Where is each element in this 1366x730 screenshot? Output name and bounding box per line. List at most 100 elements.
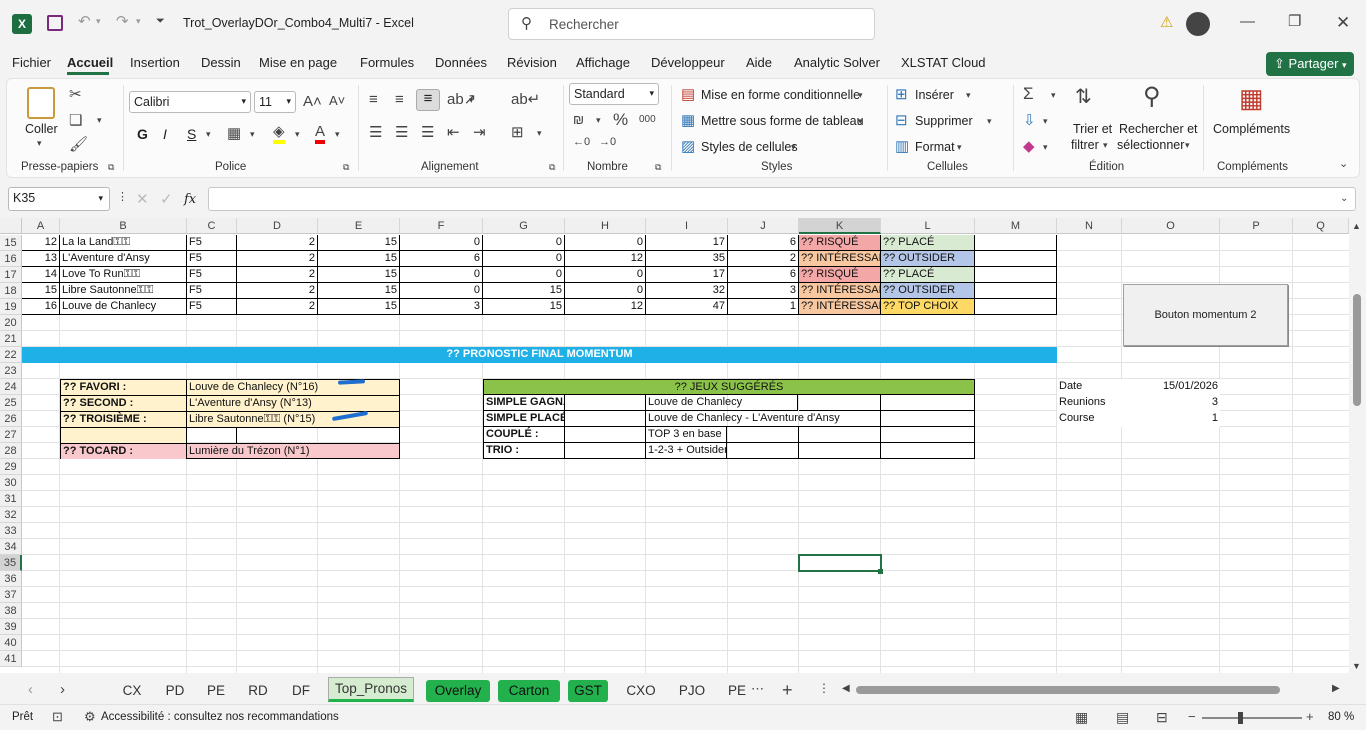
cell-l16[interactable]: ?? OUTSIDER — [881, 251, 975, 267]
jeux-label-2[interactable]: COUPLÉ : — [483, 427, 565, 443]
row-header-40[interactable]: 40 — [0, 635, 22, 651]
row-header-32[interactable]: 32 — [0, 507, 22, 523]
sort-filter-label-1[interactable]: Trier et — [1073, 122, 1112, 136]
macro-record-icon[interactable]: ⊡ — [52, 710, 63, 723]
column-header-g[interactable]: G — [483, 218, 565, 234]
row-header-27[interactable]: 27 — [0, 427, 22, 443]
column-header-m[interactable]: M — [975, 218, 1057, 234]
number-launcher-icon[interactable]: ⧉ — [655, 163, 661, 172]
font-color-dropdown-icon[interactable]: ▾ — [335, 130, 340, 139]
column-header-q[interactable]: Q — [1293, 218, 1349, 234]
merge-dropdown-icon[interactable]: ▾ — [537, 129, 542, 138]
column-header-i[interactable]: I — [646, 218, 728, 234]
zoom-out-icon[interactable]: − — [1188, 710, 1196, 723]
font-size-select[interactable]: 11 ▾ — [254, 91, 296, 113]
cell-f16[interactable]: 6 — [400, 251, 483, 267]
align-bottom-icon[interactable]: ≡ — [416, 89, 440, 111]
cell-e16[interactable]: 15 — [318, 251, 400, 267]
row-header-30[interactable]: 30 — [0, 475, 22, 491]
cell-h17[interactable]: 0 — [565, 267, 646, 283]
clear-dropdown-icon[interactable]: ▾ — [1043, 143, 1048, 152]
sheet-tab-overlay[interactable]: Overlay — [426, 680, 490, 702]
conditional-format-button[interactable]: Mise en forme conditionnelle — [701, 88, 860, 102]
prono-value-13[interactable]: Lumière du Trézon (N°1) — [187, 443, 400, 459]
next-sheet-icon[interactable]: › — [60, 682, 65, 697]
wrap-text-icon[interactable]: ab↵ — [511, 92, 540, 107]
increase-decimal-icon[interactable]: ←0 — [573, 137, 590, 148]
prono-empty-d[interactable] — [237, 427, 400, 443]
cell-h19[interactable]: 12 — [565, 299, 646, 315]
menu-dessin[interactable]: Dessin — [201, 55, 241, 70]
find-select-dropdown-icon[interactable]: ▾ — [1185, 141, 1190, 150]
cell-b17[interactable]: Love To Run⚿⚿ — [60, 267, 187, 283]
row-header-38[interactable]: 38 — [0, 603, 22, 619]
customize-toolbar-icon[interactable]: ⏷ — [156, 16, 165, 27]
cell-h16[interactable]: 12 — [565, 251, 646, 267]
cell-l19[interactable]: ?? TOP CHOIX — [881, 299, 975, 315]
menu-insertion[interactable]: Insertion — [130, 55, 180, 70]
info-label-0[interactable]: Date — [1057, 379, 1122, 395]
cell-d18[interactable]: 2 — [237, 283, 318, 299]
banner-pronostic[interactable]: ?? PRONOSTIC FINAL MOMENTUM — [22, 347, 1057, 363]
save-icon[interactable] — [47, 15, 63, 31]
cell-e17[interactable]: 15 — [318, 267, 400, 283]
jeux-value-1[interactable]: Louve de Chanlecy - L'Aventure d'Ansy — [646, 411, 881, 427]
enter-icon[interactable]: ✓ — [160, 192, 173, 207]
underline-button[interactable]: S — [187, 126, 196, 142]
cell-m18[interactable] — [975, 283, 1057, 299]
cell-k15[interactable]: ?? RISQUÉ — [799, 235, 881, 251]
more-sheets-icon[interactable]: ⋯ — [751, 682, 764, 695]
cell-g19[interactable]: 15 — [483, 299, 565, 315]
underline-dropdown-icon[interactable]: ▾ — [206, 130, 211, 139]
jeux-col-j-3[interactable] — [727, 443, 799, 459]
number-format-select[interactable]: Standard ▾ — [569, 83, 659, 105]
find-select-label-1[interactable]: Rechercher et — [1119, 122, 1198, 136]
find-select-label-2[interactable]: sélectionner — [1117, 138, 1184, 152]
cell-i17[interactable]: 17 — [646, 267, 728, 283]
undo-dropdown-icon[interactable]: ▾ — [96, 17, 101, 26]
column-header-f[interactable]: F — [400, 218, 483, 234]
cell-f15[interactable]: 0 — [400, 235, 483, 251]
paste-dropdown-icon[interactable]: ▾ — [37, 139, 42, 148]
cell-c16[interactable]: F5 — [187, 251, 237, 267]
paste-button[interactable]: Coller — [25, 122, 58, 136]
cell-l18[interactable]: ?? OUTSIDER — [881, 283, 975, 299]
paste-icon[interactable] — [27, 87, 55, 119]
menu-mise-en-page[interactable]: Mise en page — [259, 55, 337, 70]
sheet-tab-pe[interactable]: PE — [203, 680, 229, 702]
function-icon[interactable]: fx — [184, 192, 196, 207]
cell-e19[interactable]: 15 — [318, 299, 400, 315]
copy-icon[interactable]: ❏ — [69, 113, 82, 128]
cell-f18[interactable]: 0 — [400, 283, 483, 299]
prono-label-11[interactable]: ?? TROISIÈME : — [60, 411, 187, 427]
row-header-29[interactable]: 29 — [0, 459, 22, 475]
column-header-d[interactable]: D — [237, 218, 318, 234]
zoom-slider-thumb[interactable] — [1238, 712, 1243, 724]
scroll-thumb[interactable] — [1353, 294, 1361, 406]
cut-icon[interactable]: ✂ — [69, 87, 82, 102]
cell-e18[interactable]: 15 — [318, 283, 400, 299]
row-header-20[interactable]: 20 — [0, 315, 22, 331]
jeux-col-l-3[interactable] — [881, 443, 975, 459]
row-header-33[interactable]: 33 — [0, 523, 22, 539]
cancel-icon[interactable]: ✕ — [136, 192, 149, 207]
jeux-col-h-0[interactable] — [565, 395, 646, 411]
jeux-label-0[interactable]: SIMPLE GAGNANT : — [483, 395, 565, 411]
jeux-value-3[interactable]: 1-2-3 + Outsider — [646, 443, 727, 459]
row-header-18[interactable]: 18 — [0, 283, 22, 299]
cell-b19[interactable]: Louve de Chanlecy — [60, 299, 187, 315]
jeux-value-0[interactable]: Louve de Chanlecy — [646, 395, 798, 411]
jeux-col-h-2[interactable] — [565, 427, 646, 443]
menu-developpeur[interactable]: Développeur — [651, 55, 725, 70]
row-header-41[interactable]: 41 — [0, 651, 22, 667]
italic-button[interactable]: I — [163, 126, 167, 142]
alignment-launcher-icon[interactable]: ⧉ — [549, 163, 555, 172]
row-header-35[interactable]: 35 — [0, 555, 22, 571]
cell-d16[interactable]: 2 — [237, 251, 318, 267]
column-header-c[interactable]: C — [187, 218, 237, 234]
fill-color-icon[interactable]: ◈ — [273, 124, 285, 144]
prono-label-9[interactable]: ?? FAVORI : — [60, 379, 187, 395]
column-header-l[interactable]: L — [881, 218, 975, 234]
delete-dropdown-icon[interactable]: ▾ — [987, 117, 992, 126]
column-header-a[interactable]: A — [22, 218, 60, 234]
